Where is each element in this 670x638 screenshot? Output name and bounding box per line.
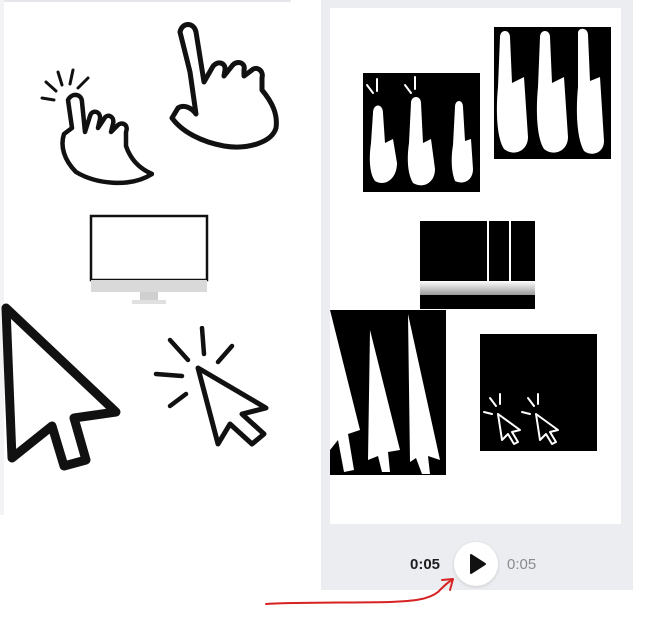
video-frame	[330, 8, 621, 524]
pointing-hand-icon	[496, 28, 604, 154]
arrow-cursor-icon	[330, 310, 440, 474]
monitor-icon	[89, 214, 209, 304]
red-arrow-icon	[265, 578, 454, 605]
current-time: 0:05	[410, 556, 441, 573]
total-time: 0:05	[507, 556, 537, 573]
video-tile-arrow-cursors	[330, 310, 446, 475]
panel-divider	[0, 0, 291, 2]
pointing-hand-icon	[169, 22, 279, 150]
arrow-cursor-icon	[1, 303, 121, 471]
video-tile-click-cursors	[480, 334, 597, 451]
click-cursor-icon	[483, 393, 559, 445]
video-tile-hands	[363, 73, 480, 192]
video-tile-pointing-hands	[494, 27, 611, 159]
click-cursor-icon	[153, 326, 269, 447]
video-tile-monitors	[417, 221, 535, 309]
tap-hand-icon	[40, 68, 154, 186]
tap-hand-icon	[366, 76, 473, 186]
